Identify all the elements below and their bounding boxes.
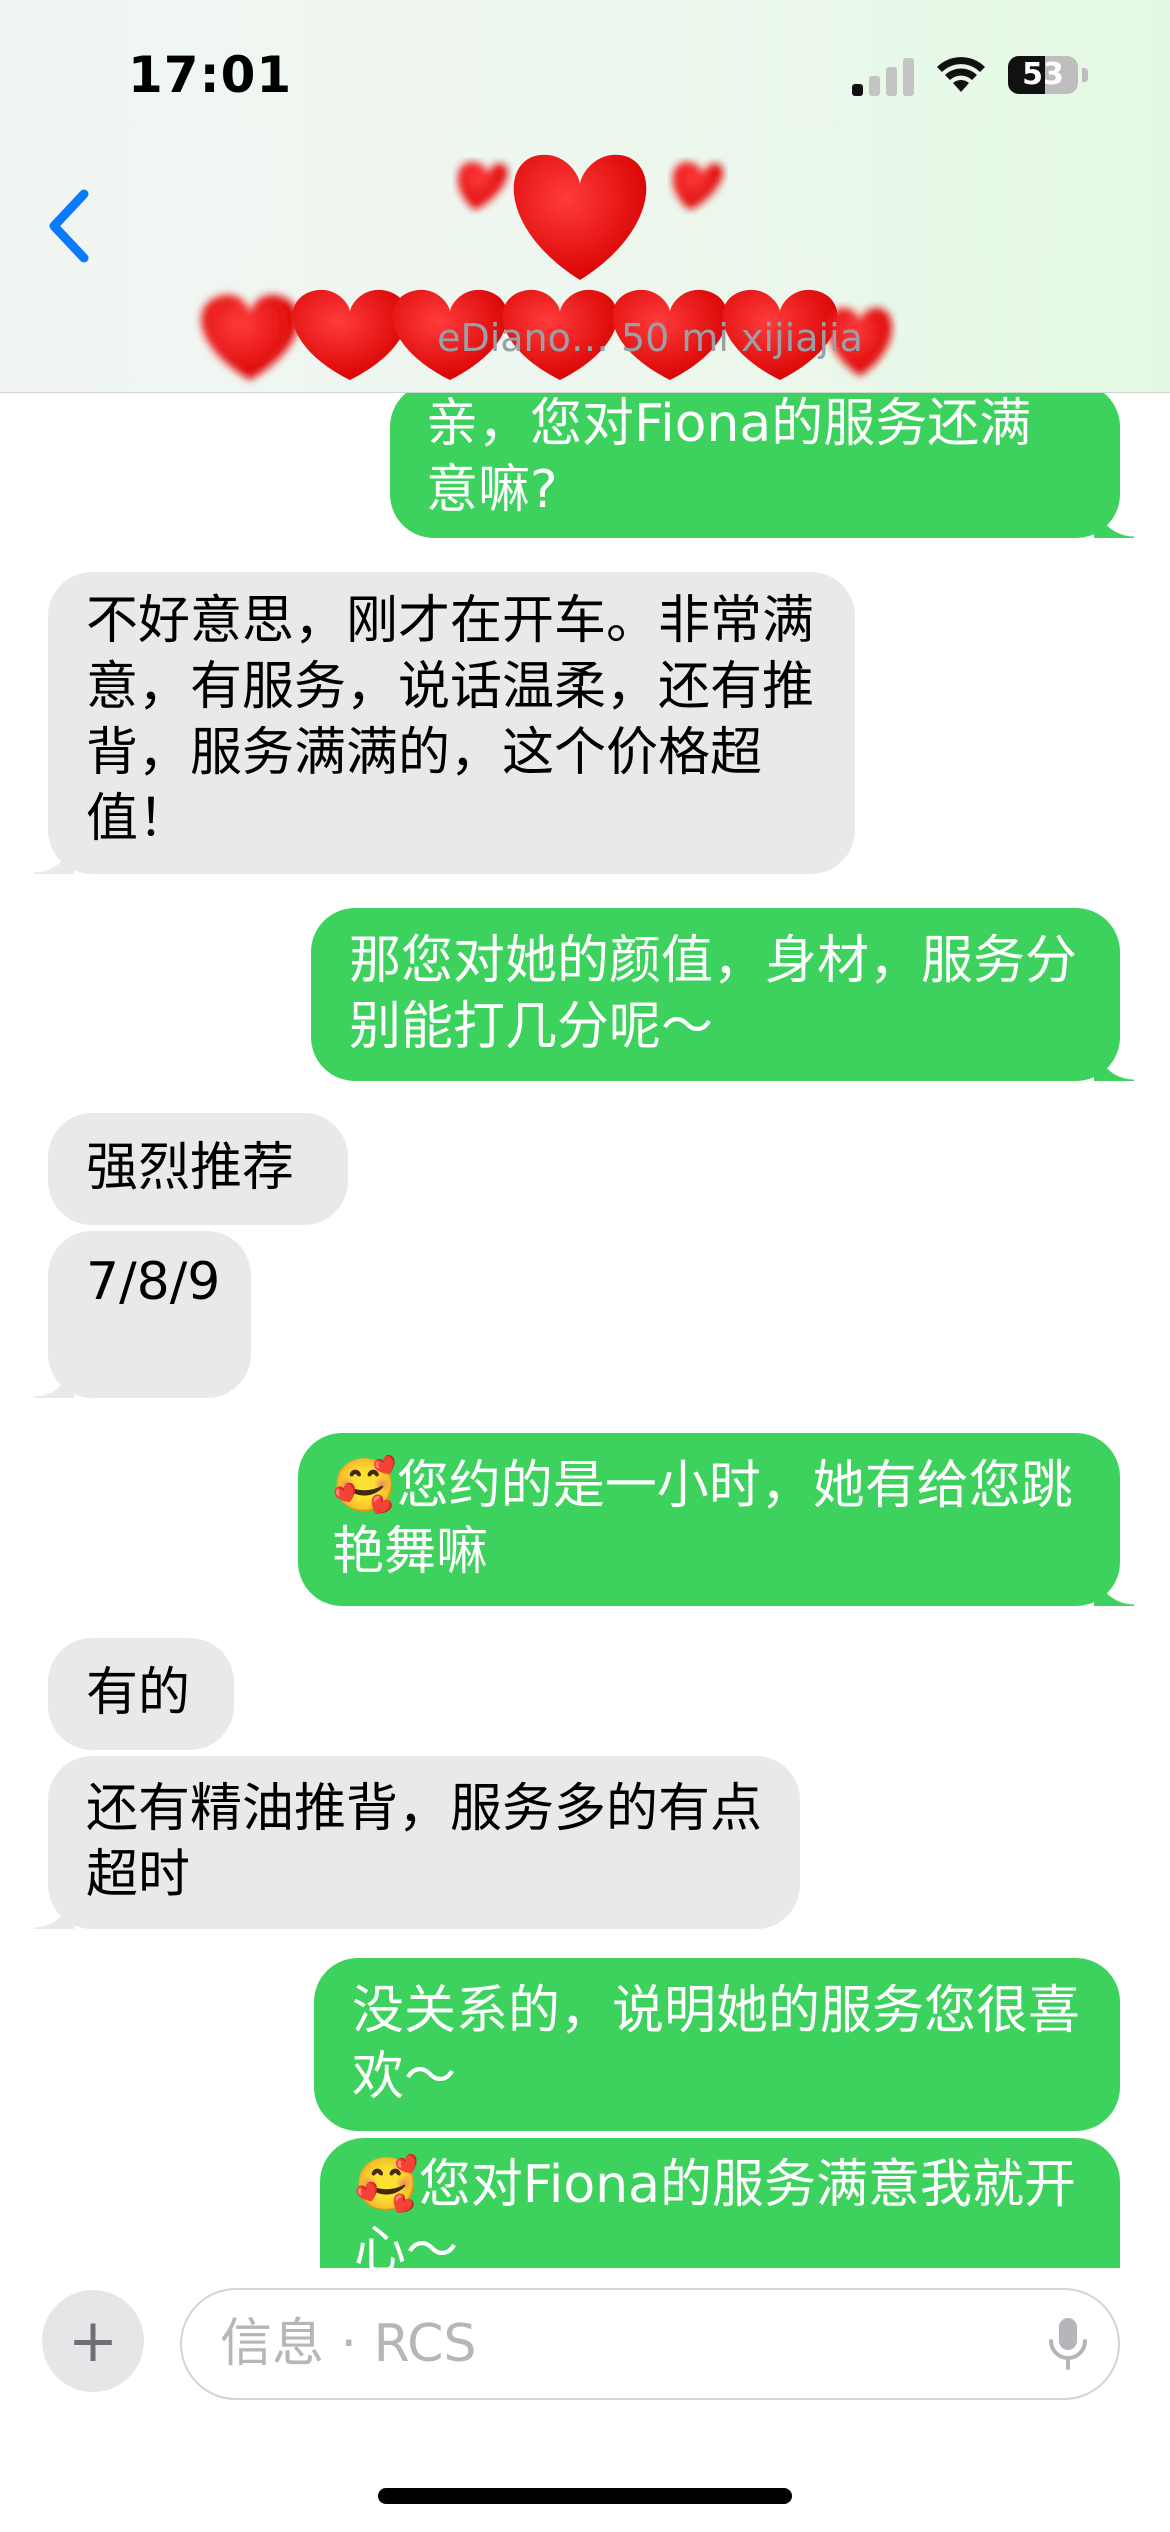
chevron-left-icon[interactable]: [40, 186, 100, 266]
contact-name[interactable]: eDiano… 50 mi xijiajia: [420, 316, 880, 360]
message-input-placeholder: 信息 · RCS: [220, 2314, 477, 2374]
message-bubble-outgoing[interactable]: 亲，您对Fiona的服务还满意嘛?: [390, 393, 1134, 538]
message-list[interactable]: 亲，您对Fiona的服务还满意嘛? 不好意思，刚才在开车。非常满意，有服务，说话…: [0, 393, 1170, 2268]
message-bubble-outgoing[interactable]: 🥰您约的是一小时，她有给您跳艳舞嘛: [298, 1433, 1134, 1606]
composer-bar: + 信息 · RCS: [0, 2268, 1170, 2532]
status-bar: 17:01 53: [0, 0, 1170, 140]
conversation-header: 17:01 53 eDiano… 50 mi xijiajia: [0, 0, 1170, 393]
home-indicator: [378, 2488, 792, 2504]
battery-icon: 53: [1008, 56, 1088, 94]
message-bubble-outgoing[interactable]: 那您对她的颜值，身材，服务分别能打几分呢～: [311, 908, 1134, 1081]
status-time: 17:01: [128, 46, 293, 104]
message-bubble-incoming[interactable]: 有的: [48, 1638, 234, 1750]
battery-percent: 53: [1022, 57, 1064, 92]
plus-icon: +: [67, 2306, 119, 2376]
message-bubble-incoming[interactable]: 强烈推荐: [48, 1113, 348, 1225]
message-input[interactable]: 信息 · RCS: [180, 2288, 1120, 2400]
microphone-icon[interactable]: [1038, 2314, 1098, 2374]
message-bubble-outgoing[interactable]: 没关系的，说明她的服务您很喜欢～: [314, 1958, 1120, 2131]
message-bubble-incoming[interactable]: 还有精油推背，服务多的有点超时: [34, 1756, 800, 1929]
add-attachment-button[interactable]: +: [42, 2290, 144, 2392]
message-bubble-outgoing[interactable]: 🥰您对Fiona的服务满意我就开心～: [320, 2138, 1120, 2268]
message-bubble-incoming[interactable]: 7/8/9: [34, 1231, 251, 1398]
message-bubble-incoming[interactable]: 不好意思，刚才在开车。非常满意，有服务，说话温柔，还有推背，服务满满的，这个价格…: [34, 572, 855, 874]
wifi-icon: [937, 57, 985, 92]
cellular-signal-icon: [852, 56, 914, 96]
